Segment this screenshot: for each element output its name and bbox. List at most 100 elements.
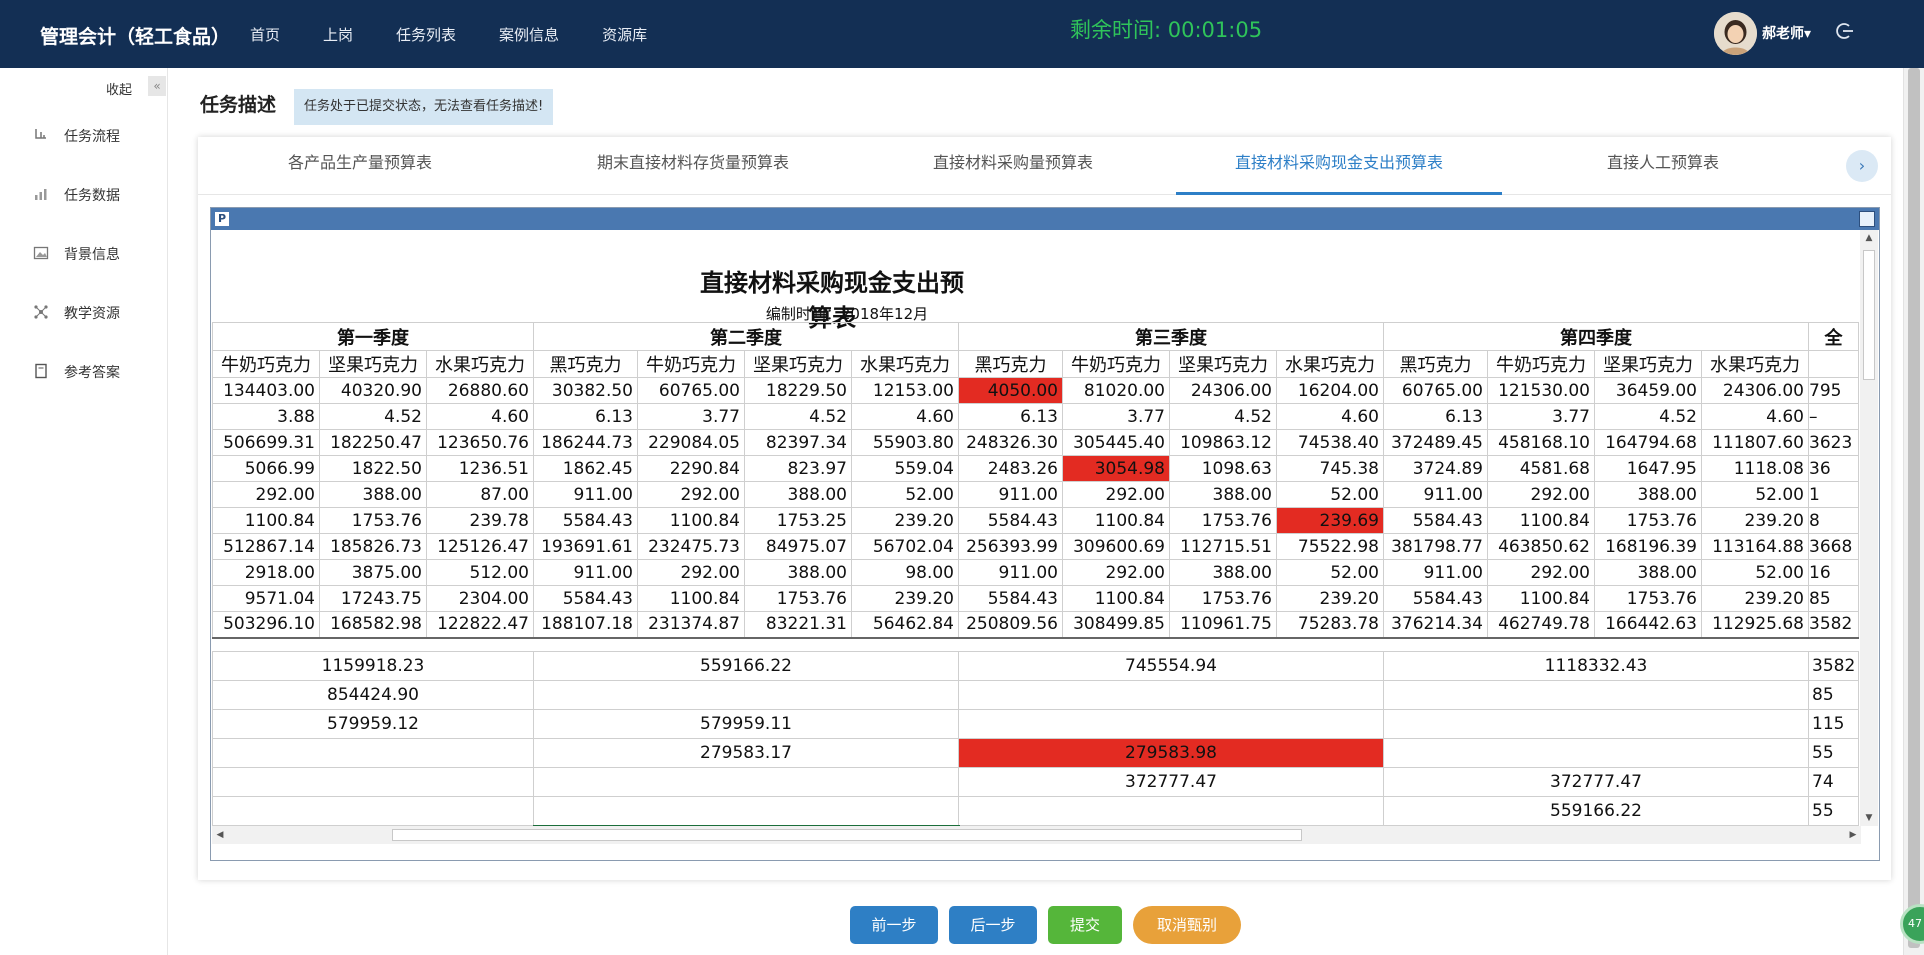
table-cell[interactable]: 388.00: [1594, 559, 1702, 586]
sheet-grid[interactable]: 直接材料采购现金支出预算表 编制时间：2018年12月 第一季度 第二季度 第三季度…: [212, 230, 1861, 826]
product-header[interactable]: 黑巧克力: [1383, 350, 1488, 378]
sidebar-item-teaching-resources[interactable]: 教学资源: [32, 301, 120, 325]
table-cell[interactable]: –: [1808, 403, 1859, 430]
table-cell[interactable]: 36459.00: [1594, 377, 1702, 404]
table-cell[interactable]: 559.04: [851, 455, 959, 482]
table-cell[interactable]: 1753.76: [1169, 585, 1277, 612]
table-cell[interactable]: 512.00: [426, 559, 534, 586]
table-cell[interactable]: 1: [1808, 481, 1859, 508]
table-cell[interactable]: 305445.40: [1062, 429, 1170, 456]
product-header[interactable]: 坚果巧克力: [744, 350, 852, 378]
table-cell-error[interactable]: 3054.98: [1062, 455, 1170, 482]
table-cell[interactable]: 239.20: [851, 507, 959, 534]
table-cell[interactable]: 458168.10: [1487, 429, 1595, 456]
cancel-screening-button[interactable]: 取消甄别: [1133, 906, 1241, 944]
table-cell[interactable]: 24306.00: [1169, 377, 1277, 404]
table-cell[interactable]: 112925.68: [1701, 611, 1809, 639]
table-cell[interactable]: 84975.07: [744, 533, 852, 560]
table-cell[interactable]: 1236.51: [426, 455, 534, 482]
table-cell[interactable]: 111807.60: [1701, 429, 1809, 456]
prev-step-button[interactable]: 前一步: [850, 906, 938, 944]
table-cell[interactable]: 98.00: [851, 559, 959, 586]
table-cell[interactable]: 1753.76: [319, 507, 427, 534]
sidebar-item-background[interactable]: 背景信息: [32, 242, 120, 266]
table-cell[interactable]: 4.52: [744, 403, 852, 430]
product-header[interactable]: 坚果巧克力: [1169, 350, 1277, 378]
logout-icon[interactable]: [1834, 20, 1856, 42]
table-cell[interactable]: 56702.04: [851, 533, 959, 560]
summary-cell[interactable]: 55: [1808, 796, 1859, 826]
page-scrollbar[interactable]: [1903, 68, 1924, 955]
table-cell[interactable]: 3582: [1808, 611, 1859, 639]
scroll-thumb[interactable]: [1863, 250, 1875, 380]
table-cell[interactable]: 12153.00: [851, 377, 959, 404]
table-cell[interactable]: 911.00: [533, 559, 638, 586]
product-header[interactable]: 水果巧克力: [1276, 350, 1384, 378]
product-header[interactable]: 牛奶巧克力: [637, 350, 745, 378]
nav-case-info[interactable]: 案例信息: [499, 0, 559, 68]
table-cell[interactable]: 3623: [1808, 429, 1859, 456]
table-cell[interactable]: 1100.84: [1487, 507, 1595, 534]
table-cell[interactable]: 1118.08: [1701, 455, 1809, 482]
table-cell[interactable]: 60765.00: [637, 377, 745, 404]
summary-cell[interactable]: [533, 796, 959, 826]
table-cell[interactable]: 3668: [1808, 533, 1859, 560]
scroll-thumb[interactable]: [392, 829, 1302, 841]
table-cell[interactable]: 5584.43: [958, 507, 1063, 534]
table-cell[interactable]: 911.00: [958, 481, 1063, 508]
summary-cell[interactable]: 55: [1808, 738, 1859, 768]
nav-task-list[interactable]: 任务列表: [396, 0, 456, 68]
table-cell[interactable]: 388.00: [1594, 481, 1702, 508]
summary-cell[interactable]: 579959.12: [212, 709, 534, 739]
summary-cell[interactable]: 1118332.43: [1383, 651, 1809, 681]
table-cell[interactable]: 113164.88: [1701, 533, 1809, 560]
table-cell[interactable]: 52.00: [1276, 481, 1384, 508]
product-header[interactable]: 牛奶巧克力: [1487, 350, 1595, 378]
table-cell[interactable]: 4.52: [1169, 403, 1277, 430]
table-cell[interactable]: 5584.43: [533, 585, 638, 612]
table-cell[interactable]: 292.00: [637, 559, 745, 586]
table-cell[interactable]: 4581.68: [1487, 455, 1595, 482]
summary-cell-error[interactable]: 279583.98: [958, 738, 1384, 768]
quarter-header[interactable]: 第一季度: [212, 322, 534, 351]
summary-cell[interactable]: 579959.11: [533, 709, 959, 739]
table-cell[interactable]: 1100.84: [1062, 585, 1170, 612]
table-cell[interactable]: 388.00: [744, 481, 852, 508]
table-cell[interactable]: 166442.63: [1594, 611, 1702, 639]
product-header[interactable]: 坚果巧克力: [319, 350, 427, 378]
avatar[interactable]: [1714, 12, 1757, 55]
product-header[interactable]: 黑巧克力: [958, 350, 1063, 378]
table-cell[interactable]: 292.00: [1062, 559, 1170, 586]
table-cell[interactable]: 292.00: [212, 481, 320, 508]
table-cell[interactable]: 182250.47: [319, 429, 427, 456]
table-cell[interactable]: 6.13: [958, 403, 1063, 430]
table-cell[interactable]: 9571.04: [212, 585, 320, 612]
sidebar-item-reference-answer[interactable]: 参考答案: [32, 360, 120, 384]
table-cell[interactable]: 308499.85: [1062, 611, 1170, 639]
table-cell[interactable]: 2918.00: [212, 559, 320, 586]
quarter-header[interactable]: 全: [1808, 322, 1859, 351]
product-header[interactable]: 水果巧克力: [1701, 350, 1809, 378]
table-cell[interactable]: 239.78: [426, 507, 534, 534]
table-cell[interactable]: 1753.76: [1169, 507, 1277, 534]
table-cell[interactable]: 388.00: [744, 559, 852, 586]
nav-post[interactable]: 上岗: [323, 0, 353, 68]
product-header[interactable]: 牛奶巧克力: [1062, 350, 1170, 378]
product-header[interactable]: 牛奶巧克力: [212, 350, 320, 378]
summary-cell[interactable]: 372777.47: [1383, 767, 1809, 797]
table-cell[interactable]: 1100.84: [212, 507, 320, 534]
table-cell[interactable]: 239.20: [1701, 585, 1809, 612]
table-cell[interactable]: 376214.34: [1383, 611, 1488, 639]
table-cell[interactable]: 122822.47: [426, 611, 534, 639]
table-cell[interactable]: 388.00: [1169, 559, 1277, 586]
table-cell[interactable]: 5584.43: [533, 507, 638, 534]
table-cell[interactable]: 52.00: [1276, 559, 1384, 586]
table-cell[interactable]: 17243.75: [319, 585, 427, 612]
table-cell[interactable]: 185826.73: [319, 533, 427, 560]
product-header[interactable]: 黑巧克力: [533, 350, 638, 378]
table-cell[interactable]: 795: [1808, 377, 1859, 404]
table-cell[interactable]: 388.00: [1169, 481, 1277, 508]
table-cell[interactable]: 229084.05: [637, 429, 745, 456]
table-cell[interactable]: 309600.69: [1062, 533, 1170, 560]
table-cell[interactable]: 911.00: [1383, 559, 1488, 586]
